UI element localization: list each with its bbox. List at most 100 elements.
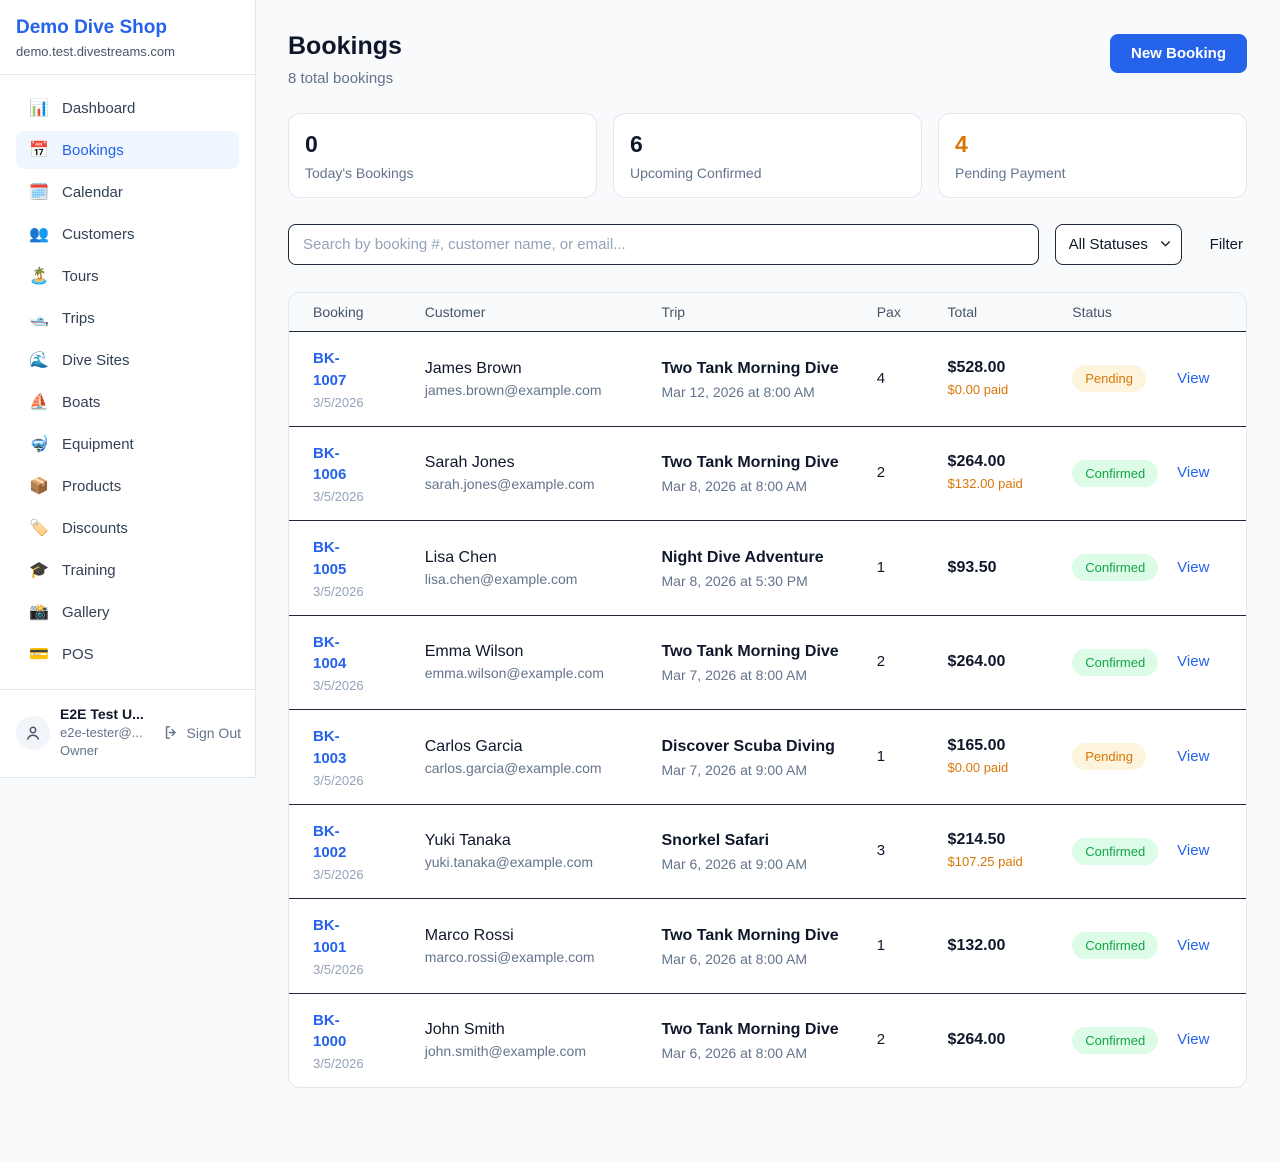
calendar-icon: 🗓️ xyxy=(28,182,50,202)
trips-icon: 🛥️ xyxy=(28,308,50,328)
stat-label: Today's Bookings xyxy=(305,165,580,181)
booking-date: 3/5/2026 xyxy=(313,584,401,599)
dashboard-icon: 📊 xyxy=(28,98,50,118)
view-link[interactable]: View xyxy=(1177,559,1209,576)
sidebar-item-equipment[interactable]: 🤿 Equipment xyxy=(16,425,239,463)
trip-name: Two Tank Morning Dive xyxy=(662,925,853,947)
booking-id-link[interactable]: BK-1007 xyxy=(313,348,373,392)
sidebar-item-label: Products xyxy=(62,478,121,495)
sidebar-item-label: Bookings xyxy=(62,142,124,159)
page-subtitle: 8 total bookings xyxy=(288,70,402,87)
bookings-icon: 📅 xyxy=(28,140,50,160)
table-row: BK-1003 3/5/2026 Carlos Garcia carlos.ga… xyxy=(289,710,1246,805)
status-filter-select[interactable]: All Statuses xyxy=(1055,224,1182,265)
sidebar: Demo Dive Shop demo.test.divestreams.com… xyxy=(0,0,256,778)
view-link[interactable]: View xyxy=(1177,464,1209,481)
pax-count: 2 xyxy=(877,1031,885,1048)
view-link[interactable]: View xyxy=(1177,1031,1209,1048)
col-booking: Booking xyxy=(289,293,409,332)
trip-datetime: Mar 7, 2026 at 9:00 AM xyxy=(662,762,853,778)
pax-count: 2 xyxy=(877,653,885,670)
training-icon: 🎓 xyxy=(28,560,50,580)
filter-button[interactable]: Filter xyxy=(1210,236,1243,253)
sidebar-item-discounts[interactable]: 🏷️ Discounts xyxy=(16,509,239,547)
sidebar-item-bookings[interactable]: 📅 Bookings xyxy=(16,131,239,169)
customer-email: yuki.tanaka@example.com xyxy=(425,854,638,870)
stats-row: 0Today's Bookings6Upcoming Confirmed4Pen… xyxy=(288,113,1247,198)
view-link[interactable]: View xyxy=(1177,842,1209,859)
sidebar-item-dive-sites[interactable]: 🌊 Dive Sites xyxy=(16,341,239,379)
sidebar-item-pos[interactable]: 💳 POS xyxy=(16,635,239,673)
sidebar-item-gallery[interactable]: 📸 Gallery xyxy=(16,593,239,631)
status-badge: Pending xyxy=(1072,743,1146,770)
page-header: Bookings 8 total bookings New Booking xyxy=(288,32,1247,87)
status-badge: Pending xyxy=(1072,365,1146,392)
trip-name: Discover Scuba Diving xyxy=(662,736,853,758)
sidebar-item-customers[interactable]: 👥 Customers xyxy=(16,215,239,253)
user-email: e2e-tester@... xyxy=(60,724,153,742)
sign-out-button[interactable]: Sign Out xyxy=(163,724,241,741)
sidebar-item-training[interactable]: 🎓 Training xyxy=(16,551,239,589)
table-row: BK-1006 3/5/2026 Sarah Jones sarah.jones… xyxy=(289,426,1246,521)
customer-name: Yuki Tanaka xyxy=(425,832,638,850)
pax-count: 4 xyxy=(877,370,885,387)
booking-id-link[interactable]: BK-1001 xyxy=(313,915,373,959)
sidebar-item-trips[interactable]: 🛥️ Trips xyxy=(16,299,239,337)
col-customer: Customer xyxy=(409,293,646,332)
equipment-icon: 🤿 xyxy=(28,434,50,454)
new-booking-button[interactable]: New Booking xyxy=(1110,34,1247,73)
customer-email: carlos.garcia@example.com xyxy=(425,760,638,776)
sign-out-label: Sign Out xyxy=(187,725,241,741)
trip-name: Two Tank Morning Dive xyxy=(662,641,853,663)
person-icon xyxy=(24,724,42,742)
filter-controls: All Statuses Filter xyxy=(288,224,1247,265)
stat-card-today-s-bookings: 0Today's Bookings xyxy=(288,113,597,198)
booking-date: 3/5/2026 xyxy=(313,867,401,882)
page-header-text: Bookings 8 total bookings xyxy=(288,32,402,87)
sidebar-item-dashboard[interactable]: 📊 Dashboard xyxy=(16,89,239,127)
table-row: BK-1004 3/5/2026 Emma Wilson emma.wilson… xyxy=(289,615,1246,710)
view-link[interactable]: View xyxy=(1177,937,1209,954)
table-body: BK-1007 3/5/2026 James Brown james.brown… xyxy=(289,332,1246,1088)
booking-id-link[interactable]: BK-1006 xyxy=(313,443,373,487)
view-link[interactable]: View xyxy=(1177,653,1209,670)
total-amount: $132.00 xyxy=(948,937,1049,955)
trip-datetime: Mar 8, 2026 at 5:30 PM xyxy=(662,573,853,589)
booking-id-link[interactable]: BK-1000 xyxy=(313,1010,373,1054)
discounts-icon: 🏷️ xyxy=(28,518,50,538)
sidebar-item-label: Gallery xyxy=(62,604,110,621)
stat-label: Upcoming Confirmed xyxy=(630,165,905,181)
customer-name: Carlos Garcia xyxy=(425,738,638,756)
booking-id-link[interactable]: BK-1003 xyxy=(313,726,373,770)
col-total: Total xyxy=(932,293,1057,332)
table-row: BK-1000 3/5/2026 John Smith john.smith@e… xyxy=(289,993,1246,1087)
sidebar-item-products[interactable]: 📦 Products xyxy=(16,467,239,505)
sidebar-item-label: Boats xyxy=(62,394,100,411)
sidebar-item-label: Calendar xyxy=(62,184,123,201)
products-icon: 📦 xyxy=(28,476,50,496)
sidebar-item-calendar[interactable]: 🗓️ Calendar xyxy=(16,173,239,211)
booking-date: 3/5/2026 xyxy=(313,962,401,977)
total-amount: $165.00 xyxy=(948,737,1049,755)
trip-datetime: Mar 6, 2026 at 8:00 AM xyxy=(662,951,853,967)
customer-email: sarah.jones@example.com xyxy=(425,476,638,492)
pax-count: 3 xyxy=(877,842,885,859)
sidebar-item-tours[interactable]: 🏝️ Tours xyxy=(16,257,239,295)
user-role: Owner xyxy=(60,742,153,760)
view-link[interactable]: View xyxy=(1177,748,1209,765)
status-badge: Confirmed xyxy=(1072,1027,1158,1054)
search-input[interactable] xyxy=(288,224,1039,265)
customer-name: John Smith xyxy=(425,1021,638,1039)
gallery-icon: 📸 xyxy=(28,602,50,622)
booking-id-link[interactable]: BK-1004 xyxy=(313,632,373,676)
booking-id-link[interactable]: BK-1005 xyxy=(313,537,373,581)
sidebar-item-boats[interactable]: ⛵ Boats xyxy=(16,383,239,421)
sidebar-item-label: Customers xyxy=(62,226,135,243)
boats-icon: ⛵ xyxy=(28,392,50,412)
stat-card-pending-payment: 4Pending Payment xyxy=(938,113,1247,198)
customer-name: Lisa Chen xyxy=(425,549,638,567)
total-amount: $264.00 xyxy=(948,453,1049,471)
booking-id-link[interactable]: BK-1002 xyxy=(313,821,373,865)
view-link[interactable]: View xyxy=(1177,370,1209,387)
col-pax: Pax xyxy=(861,293,932,332)
